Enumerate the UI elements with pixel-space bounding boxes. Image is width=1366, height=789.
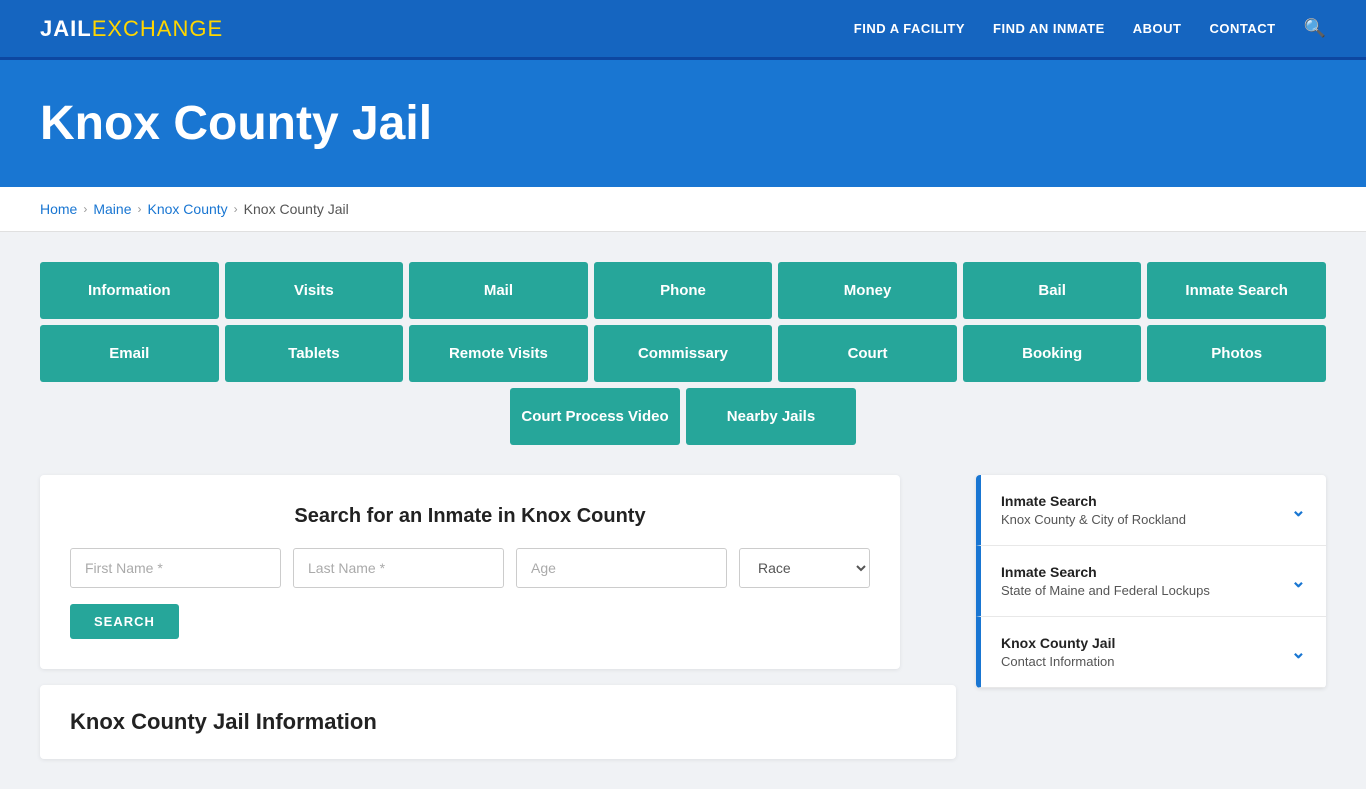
btn-money[interactable]: Money: [778, 262, 957, 319]
btn-visits[interactable]: Visits: [225, 262, 404, 319]
breadcrumb-sep-2: ›: [138, 202, 142, 216]
nav-find-inmate[interactable]: FIND AN INMATE: [993, 21, 1105, 36]
logo-exchange: EXCHANGE: [92, 16, 223, 41]
hero-section: Knox County Jail: [0, 60, 1366, 187]
nav-contact[interactable]: CONTACT: [1209, 21, 1275, 36]
sidebar-item-0[interactable]: Inmate Search Knox County & City of Rock…: [976, 475, 1326, 546]
sidebar-item-label-1: Inmate Search: [1001, 564, 1210, 580]
first-name-input[interactable]: [70, 548, 281, 588]
breadcrumb-bar: Home › Maine › Knox County › Knox County…: [0, 187, 1366, 232]
btn-email[interactable]: Email: [40, 325, 219, 382]
sidebar-item-2[interactable]: Knox County Jail Contact Information ⌄: [976, 617, 1326, 688]
info-section: Knox County Jail Information: [40, 685, 956, 759]
breadcrumb-current: Knox County Jail: [244, 201, 349, 217]
main-content: Information Visits Mail Phone Money Bail…: [0, 232, 1366, 789]
left-column: Search for an Inmate in Knox County Race…: [40, 475, 956, 759]
age-input[interactable]: [516, 548, 727, 588]
btn-court-process-video[interactable]: Court Process Video: [510, 388, 680, 445]
button-grid-row1: Information Visits Mail Phone Money Bail…: [40, 262, 1326, 319]
button-grid-row2: Email Tablets Remote Visits Commissary C…: [40, 325, 1326, 382]
nav-find-facility[interactable]: FIND A FACILITY: [854, 21, 965, 36]
btn-commissary[interactable]: Commissary: [594, 325, 773, 382]
breadcrumb-maine[interactable]: Maine: [93, 201, 131, 217]
btn-information[interactable]: Information: [40, 262, 219, 319]
chevron-down-icon-0: ⌄: [1291, 500, 1306, 521]
race-select[interactable]: RaceWhiteBlackHispanicAsianOther: [739, 548, 870, 588]
page-title: Knox County Jail: [40, 96, 1326, 151]
site-logo[interactable]: JAILEXCHANGE: [40, 16, 223, 42]
btn-remote-visits[interactable]: Remote Visits: [409, 325, 588, 382]
navbar: JAILEXCHANGE FIND A FACILITY FIND AN INM…: [0, 0, 1366, 60]
btn-booking[interactable]: Booking: [963, 325, 1142, 382]
btn-nearby-jails[interactable]: Nearby Jails: [686, 388, 856, 445]
breadcrumb-sep-1: ›: [83, 202, 87, 216]
btn-photos[interactable]: Photos: [1147, 325, 1326, 382]
sidebar-item-sublabel-1: State of Maine and Federal Lockups: [1001, 583, 1210, 598]
sidebar-item-text-1: Inmate Search State of Maine and Federal…: [1001, 564, 1210, 598]
btn-court[interactable]: Court: [778, 325, 957, 382]
sidebar: Inmate Search Knox County & City of Rock…: [976, 475, 1326, 688]
button-grid-row3: Court Process Video Nearby Jails: [40, 388, 1326, 445]
sidebar-item-label-2: Knox County Jail: [1001, 635, 1115, 651]
sidebar-item-1[interactable]: Inmate Search State of Maine and Federal…: [976, 546, 1326, 617]
chevron-down-icon-2: ⌄: [1291, 642, 1306, 663]
content-row: Search for an Inmate in Knox County Race…: [40, 475, 1326, 759]
sidebar-item-text-0: Inmate Search Knox County & City of Rock…: [1001, 493, 1186, 527]
btn-bail[interactable]: Bail: [963, 262, 1142, 319]
nav-links: FIND A FACILITY FIND AN INMATE ABOUT CON…: [854, 18, 1326, 39]
sidebar-item-sublabel-2: Contact Information: [1001, 654, 1115, 669]
sidebar-item-sublabel-0: Knox County & City of Rockland: [1001, 512, 1186, 527]
btn-mail[interactable]: Mail: [409, 262, 588, 319]
breadcrumb-sep-3: ›: [234, 202, 238, 216]
search-panel: Search for an Inmate in Knox County Race…: [40, 475, 900, 669]
breadcrumb-knox-county[interactable]: Knox County: [148, 201, 228, 217]
btn-phone[interactable]: Phone: [594, 262, 773, 319]
search-button[interactable]: SEARCH: [70, 604, 179, 639]
chevron-down-icon-1: ⌄: [1291, 571, 1306, 592]
btn-tablets[interactable]: Tablets: [225, 325, 404, 382]
nav-about[interactable]: ABOUT: [1133, 21, 1182, 36]
search-title: Search for an Inmate in Knox County: [70, 505, 870, 528]
breadcrumb: Home › Maine › Knox County › Knox County…: [40, 201, 1326, 217]
sidebar-item-label-0: Inmate Search: [1001, 493, 1186, 509]
btn-inmate-search[interactable]: Inmate Search: [1147, 262, 1326, 319]
logo-jail: JAIL: [40, 16, 92, 41]
search-icon[interactable]: 🔍: [1304, 18, 1326, 39]
info-section-title: Knox County Jail Information: [70, 709, 926, 735]
search-fields: RaceWhiteBlackHispanicAsianOther: [70, 548, 870, 588]
last-name-input[interactable]: [293, 548, 504, 588]
breadcrumb-home[interactable]: Home: [40, 201, 77, 217]
sidebar-item-text-2: Knox County Jail Contact Information: [1001, 635, 1115, 669]
